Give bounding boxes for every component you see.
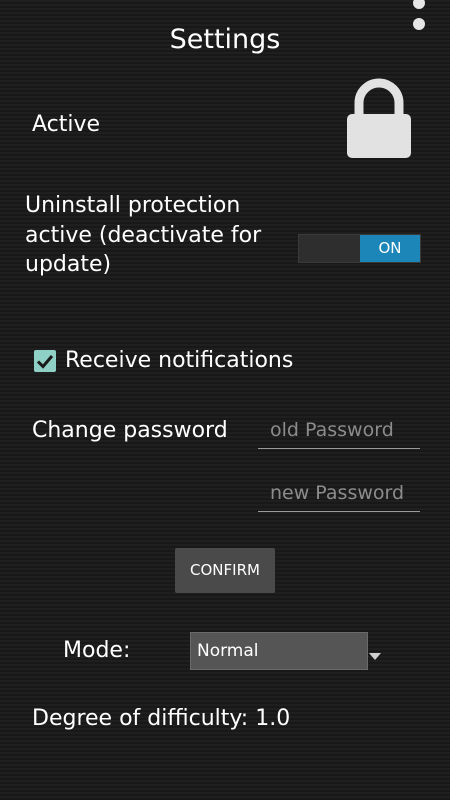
uninstall-protection-label: Uninstall protection active (deactivate … [25,193,262,277]
toggle-on-label: ON [360,235,420,262]
checkmark-icon [36,355,54,369]
mode-select-value: Normal [197,641,259,661]
new-password-input[interactable] [258,476,420,512]
mode-select[interactable]: Normal [190,632,368,670]
dropdown-arrow-icon[interactable] [369,646,381,660]
page-title: Settings [169,24,281,55]
mode-label: Mode: [63,638,131,663]
old-password-input[interactable] [258,413,420,449]
active-label: Active [32,112,101,137]
confirm-button[interactable]: CONFIRM [175,548,275,593]
notifications-checkbox[interactable] [34,350,56,372]
overflow-menu-icon[interactable] [408,0,430,36]
lock-icon [345,78,413,160]
difficulty-label: Degree of difficulty: 1.0 [32,706,291,731]
notifications-label[interactable]: Receive notifications [65,344,293,378]
uninstall-protection-toggle[interactable]: ON [298,234,421,263]
change-password-label: Change password [32,418,228,443]
